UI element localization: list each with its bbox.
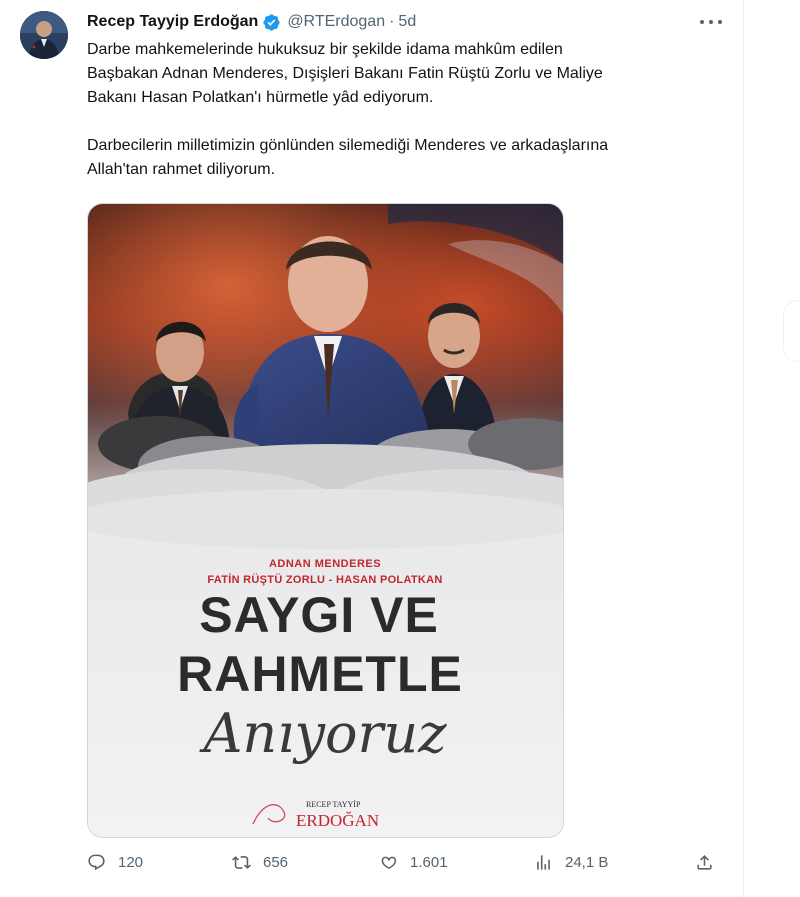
poster-name-line2: FATİN RÜŞTÜ ZORLU - HASAN POLATKAN xyxy=(207,573,442,586)
display-name[interactable]: Recep Tayyip Erdoğan xyxy=(87,13,258,31)
reply-icon xyxy=(88,854,105,870)
poster-artwork: ADNAN MENDERES FATİN RÜŞTÜ ZORLU - HASAN… xyxy=(88,204,563,837)
repost-count: 656 xyxy=(263,853,289,871)
poster-headline-1: SAYGI VE xyxy=(199,587,439,643)
poster-name-line1: ADNAN MENDERES xyxy=(269,558,381,570)
repost-button[interactable]: 656 xyxy=(232,850,288,874)
avatar[interactable] xyxy=(20,11,68,59)
poster-headline-2: RAHMETLE xyxy=(177,646,463,702)
share-icon xyxy=(697,854,712,870)
poster-signature-small: RECEP TAYYİP xyxy=(306,800,361,809)
repost-icon xyxy=(232,855,251,869)
right-rail-card-edge xyxy=(783,300,800,362)
views-count: 24,1 B xyxy=(565,853,609,871)
poster-script-word: Anıyoruz xyxy=(198,702,447,765)
reply-button[interactable]: 120 xyxy=(87,850,143,874)
tweet-text: Darbe mahkemelerinde hukuksuz bir şekild… xyxy=(87,38,727,182)
share-button[interactable] xyxy=(695,850,714,874)
verified-badge-icon[interactable] xyxy=(262,13,281,32)
timestamp[interactable]: 5d xyxy=(398,13,416,31)
views-button[interactable]: 24,1 B xyxy=(534,850,608,874)
avatar-image xyxy=(20,11,68,59)
heart-icon xyxy=(381,856,397,869)
like-count: 1.601 xyxy=(410,853,448,871)
tweet-actions: 120 656 1.601 24,1 B xyxy=(87,850,727,874)
tweet[interactable]: Recep Tayyip Erdoğan @RTErdogan · 5d Dar… xyxy=(0,0,743,897)
right-rail xyxy=(743,0,800,897)
views-chart-icon xyxy=(537,854,550,870)
tweet-media-image[interactable]: ADNAN MENDERES FATİN RÜŞTÜ ZORLU - HASAN… xyxy=(87,203,564,838)
like-button[interactable]: 1.601 xyxy=(379,850,448,874)
separator-dot: · xyxy=(389,13,395,30)
more-options-icon[interactable] xyxy=(700,14,722,30)
poster-signature-big: ERDOĞAN xyxy=(296,811,379,830)
tweet-header: Recep Tayyip Erdoğan @RTErdogan · 5d xyxy=(87,11,416,33)
tweet-paragraph-1: Darbe mahkemelerinde hukuksuz bir şekild… xyxy=(87,41,603,106)
handle[interactable]: @RTErdogan xyxy=(287,13,385,31)
tweet-paragraph-2: Darbecilerin milletimizin gönlünden sile… xyxy=(87,137,609,178)
reply-count: 120 xyxy=(118,853,144,871)
